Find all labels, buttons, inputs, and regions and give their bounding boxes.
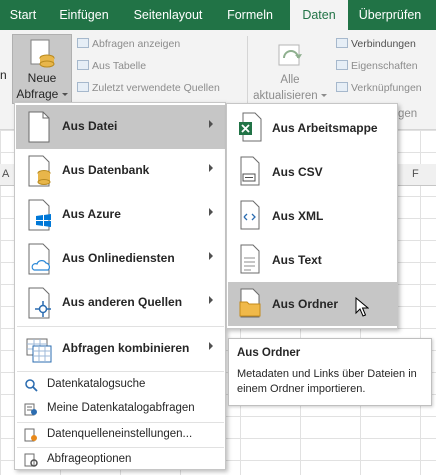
- menu-item-label: Abfrageoptionen: [47, 453, 132, 465]
- menu-item-label: Datenquelleneinstellungen...: [47, 428, 193, 440]
- source-settings-icon: [24, 428, 37, 442]
- from-table-command[interactable]: Aus Tabelle: [77, 60, 146, 72]
- menu-item-from-azure[interactable]: Aus Azure: [16, 193, 225, 237]
- refresh-all-label-line1: Alle: [280, 74, 300, 86]
- show-queries-label: Abfragen anzeigen: [92, 38, 181, 50]
- menu-item-label: Aus Azure: [62, 207, 121, 221]
- menu-item-from-other-sources[interactable]: Aus anderen Quellen: [16, 281, 225, 325]
- connections-command[interactable]: Verbindungen: [336, 38, 416, 50]
- submenu-item-from-workbook[interactable]: Aus Arbeitsmappe: [228, 106, 397, 150]
- submenu-arrow-icon: [209, 208, 213, 216]
- catalog-search-icon: [25, 379, 38, 392]
- menu-item-data-catalog-search[interactable]: Datenkatalogsuche: [16, 373, 225, 397]
- xml-file-icon: [240, 200, 260, 230]
- chevron-down-icon: [61, 93, 68, 96]
- refresh-all-label-line2: aktualisieren: [252, 90, 328, 102]
- column-header-f[interactable]: F: [412, 168, 419, 180]
- combine-queries-icon: [26, 338, 52, 363]
- catalog-queries-icon: [24, 403, 37, 416]
- menu-item-label: Aus Onlinediensten: [62, 251, 175, 265]
- submenu-item-from-folder[interactable]: Aus Ordner: [228, 282, 397, 326]
- refresh-all-icon: [278, 44, 302, 66]
- menu-item-data-source-settings[interactable]: Datenquelleneinstellungen...: [16, 423, 225, 447]
- submenu-item-label: Aus Arbeitsmappe: [272, 121, 378, 135]
- azure-windows-icon: [28, 199, 51, 231]
- menu-item-combine-queries[interactable]: Abfragen kombinieren: [16, 327, 225, 371]
- database-icon: [28, 155, 51, 187]
- tooltip-title: Aus Ordner: [237, 347, 301, 359]
- refresh-all-button[interactable]: Alle aktualisieren: [252, 38, 328, 104]
- menu-item-label: Abfragen kombinieren: [62, 341, 190, 355]
- table-icon: [77, 60, 89, 70]
- new-query-label-line1: Neue: [27, 71, 57, 85]
- ribbon-group-label: gen: [398, 108, 418, 120]
- menu-separator: [17, 371, 224, 372]
- menu-item-from-file[interactable]: Aus Datei: [16, 105, 225, 149]
- cloud-file-icon: [28, 243, 50, 275]
- recent-sources-command[interactable]: Zuletzt verwendete Quellen: [77, 82, 220, 94]
- new-query-menu: Aus Datei Aus Datenbank Aus Azure Aus On…: [14, 102, 226, 470]
- excel-workbook-icon: [239, 112, 262, 142]
- show-queries-icon: [77, 38, 89, 48]
- submenu-arrow-icon: [209, 296, 213, 304]
- tab-formulas[interactable]: Formeln: [216, 0, 284, 30]
- submenu-arrow-icon: [209, 120, 213, 128]
- submenu-item-label: Aus CSV: [272, 165, 323, 179]
- file-icon: [28, 111, 50, 143]
- csv-file-icon: [240, 156, 260, 186]
- from-file-submenu: Aus Arbeitsmappe Aus CSV Aus XML Aus Tex…: [226, 103, 398, 329]
- recent-sources-icon: [77, 82, 89, 92]
- menu-item-my-catalog-queries[interactable]: Meine Datenkatalogabfragen: [16, 397, 225, 421]
- ribbon-tab-bar: Start Einfügen Seitenlayout Formeln Date…: [0, 0, 436, 30]
- menu-item-label: Datenkatalogsuche: [47, 378, 146, 390]
- submenu-item-label: Aus Text: [272, 253, 322, 267]
- text-file-icon: [240, 244, 260, 274]
- menu-item-from-online-services[interactable]: Aus Onlinediensten: [16, 237, 225, 281]
- submenu-item-from-csv[interactable]: Aus CSV: [228, 150, 397, 194]
- submenu-item-label: Aus XML: [272, 209, 324, 223]
- menu-item-label: Aus Datei: [62, 119, 118, 133]
- submenu-arrow-icon: [209, 252, 213, 260]
- from-table-label: Aus Tabelle: [92, 60, 147, 72]
- submenu-item-from-xml[interactable]: Aus XML: [228, 194, 397, 238]
- edit-links-command[interactable]: Verknüpfungen: [336, 82, 422, 94]
- submenu-arrow-icon: [209, 342, 213, 350]
- column-header-a[interactable]: A: [2, 168, 9, 180]
- submenu-item-from-text[interactable]: Aus Text: [228, 238, 397, 282]
- properties-icon: [336, 60, 348, 70]
- properties-command[interactable]: Eigenschaften: [336, 60, 418, 72]
- recent-sources-label: Zuletzt verwendete Quellen: [92, 82, 220, 94]
- menu-item-label: Meine Datenkatalogabfragen: [47, 402, 195, 414]
- new-query-label-line2-text: Abfrage: [16, 87, 59, 101]
- connections-label: Verbindungen: [351, 38, 416, 50]
- connections-icon: [336, 38, 348, 48]
- menu-item-label: Aus Datenbank: [62, 163, 150, 177]
- chevron-down-icon: [320, 94, 327, 97]
- tab-start[interactable]: Start: [0, 0, 46, 30]
- new-query-label-line2: Abfrage: [13, 87, 71, 101]
- tab-data[interactable]: Daten: [290, 0, 348, 30]
- properties-label: Eigenschaften: [351, 60, 418, 72]
- folder-icon: [239, 288, 261, 318]
- edit-links-icon: [336, 82, 348, 92]
- new-query-button[interactable]: Neue Abfrage: [12, 34, 72, 104]
- submenu-item-label: Aus Ordner: [272, 297, 339, 311]
- tab-review[interactable]: Überprüfen: [350, 0, 430, 30]
- menu-item-label: Aus anderen Quellen: [62, 295, 183, 309]
- tab-page-layout[interactable]: Seitenlayout: [122, 0, 214, 30]
- edit-links-label: Verknüpfungen: [351, 82, 422, 94]
- menu-item-from-database[interactable]: Aus Datenbank: [16, 149, 225, 193]
- query-options-icon: [24, 453, 38, 467]
- tab-insert[interactable]: Einfügen: [48, 0, 120, 30]
- refresh-all-label-line2-text: aktualisieren: [253, 90, 318, 102]
- mouse-cursor-icon: [355, 297, 369, 317]
- new-query-icon: [30, 39, 55, 68]
- tooltip-description: Metadaten und Links über Dateien in eine…: [237, 368, 417, 395]
- ribbon-left-stub-label: n: [0, 68, 7, 82]
- submenu-arrow-icon: [209, 164, 213, 172]
- show-queries-command[interactable]: Abfragen anzeigen: [77, 38, 180, 50]
- menu-item-query-options[interactable]: Abfrageoptionen: [16, 448, 225, 472]
- other-sources-icon: [28, 287, 51, 319]
- from-folder-tooltip: Aus Ordner Metadaten und Links über Date…: [228, 338, 432, 406]
